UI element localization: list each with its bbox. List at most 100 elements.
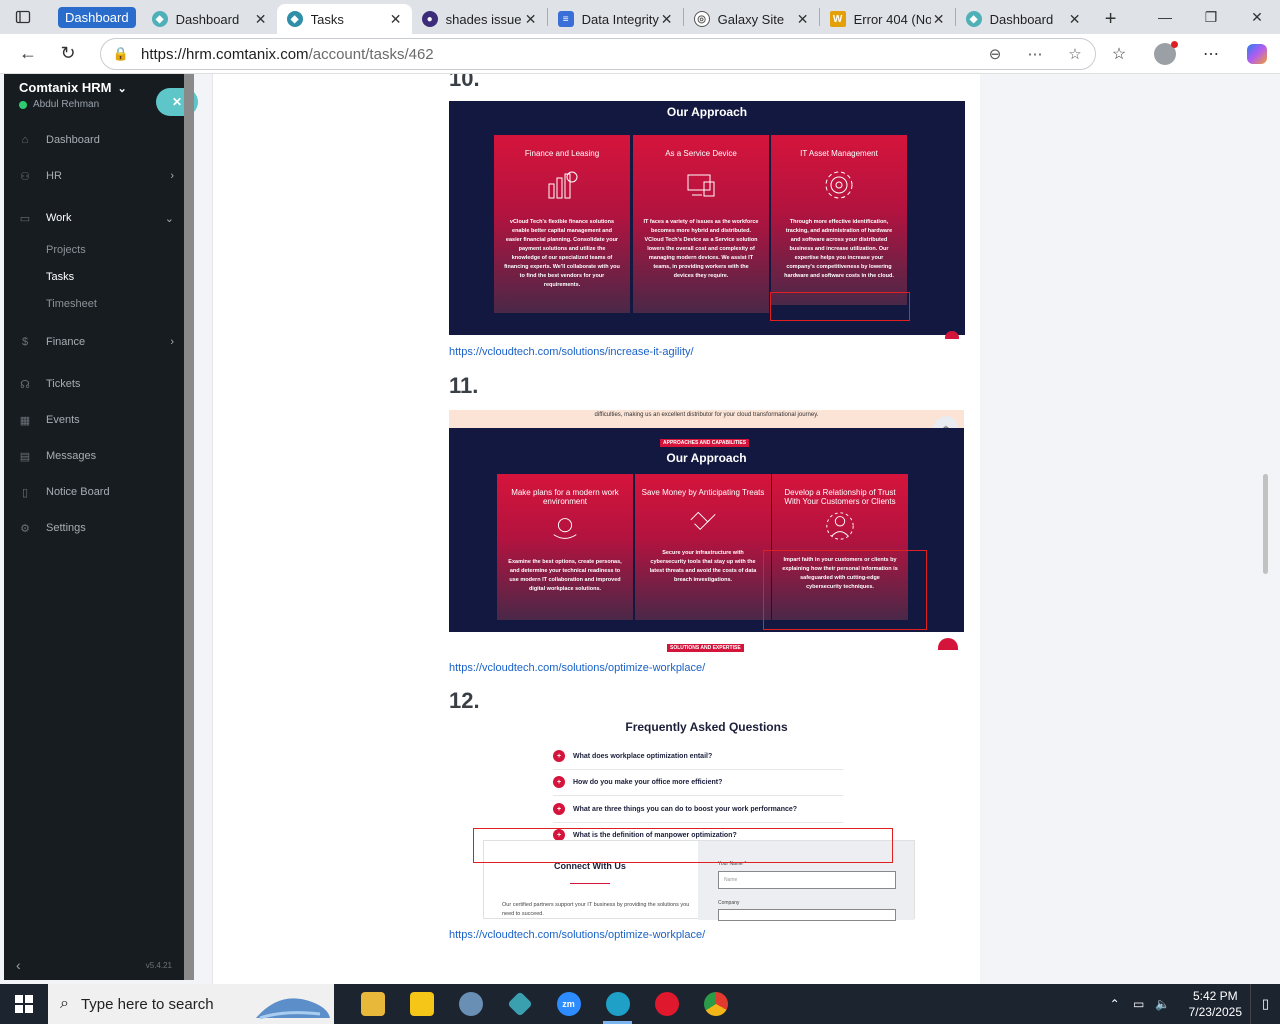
tab-actions-button[interactable] bbox=[0, 0, 46, 34]
user-name: Abdul Rehman bbox=[33, 99, 100, 110]
collapse-sidebar-icon[interactable]: ‹ bbox=[16, 957, 21, 973]
reference-link-2[interactable]: https://vcloudtech.com/solutions/optimiz… bbox=[449, 662, 705, 674]
approach-card: Finance and Leasing vCloud Tech's flexib… bbox=[494, 135, 630, 313]
card-description: vCloud Tech's flexible finance solutions… bbox=[504, 219, 620, 288]
edge-icon[interactable] bbox=[593, 984, 642, 1024]
sidebar-subitem-projects[interactable]: Projects bbox=[46, 244, 86, 256]
address-bar[interactable]: 🔒 https://hrm.comtanix.com/account/tasks… bbox=[100, 38, 1096, 70]
close-icon[interactable]: ✕ bbox=[1067, 11, 1083, 28]
search-icon: ⌕ bbox=[60, 995, 69, 1012]
sidebar-subitem-timesheet[interactable]: Timesheet bbox=[46, 298, 97, 310]
browser-tab-tasks[interactable]: ◆ Tasks ✕ bbox=[276, 4, 412, 34]
taskbar-search-box[interactable]: ⌕ Type here to search bbox=[48, 984, 334, 1024]
browser-tab-shades-issue[interactable]: ● shades issue ✕ bbox=[412, 4, 547, 34]
url-text[interactable]: https://hrm.comtanix.com/account/tasks/4… bbox=[141, 46, 975, 63]
brand-switcher[interactable]: Comtanix HRM ⌄ bbox=[19, 80, 127, 95]
more-options-circle-icon[interactable]: ⋯ bbox=[1015, 45, 1055, 63]
network-icon[interactable]: ▭ bbox=[1127, 997, 1151, 1011]
whale-illustration-icon bbox=[256, 998, 330, 1020]
sidebar-item-tickets[interactable]: ☊ Tickets bbox=[4, 369, 184, 399]
close-icon[interactable]: ✕ bbox=[659, 11, 675, 28]
tab-group-label[interactable]: Dashboard bbox=[58, 7, 136, 28]
minimize-icon[interactable]: — bbox=[1142, 0, 1188, 34]
trust-person-icon bbox=[826, 512, 854, 540]
browser-tab-error-404[interactable]: W Error 404 (No ✕ bbox=[820, 4, 955, 34]
browser-tab-dashboard-2[interactable]: ◆ Dashboard ✕ bbox=[956, 4, 1091, 34]
close-icon[interactable]: ✕ bbox=[253, 11, 269, 28]
favorite-star-icon[interactable]: ☆ bbox=[1055, 45, 1095, 63]
copilot-icon[interactable] bbox=[1234, 34, 1280, 74]
plus-icon: + bbox=[553, 803, 565, 815]
zoom-out-icon[interactable]: ⊖ bbox=[975, 45, 1015, 63]
window-controls: — ❐ ✕ bbox=[1142, 0, 1280, 34]
windows-logo-icon bbox=[15, 995, 33, 1013]
close-icon[interactable]: ✕ bbox=[523, 11, 539, 28]
faq-question-text: What are three things you can do to boos… bbox=[573, 805, 798, 813]
plus-icon: + bbox=[553, 750, 565, 762]
page-scrollbar[interactable] bbox=[1262, 74, 1270, 984]
page-viewport: Comtanix HRM ⌄ Abdul Rehman ✕ ⌂ Dashboard … bbox=[0, 74, 1280, 984]
close-window-icon[interactable]: ✕ bbox=[1234, 0, 1280, 34]
workplace-hands-icon bbox=[553, 518, 577, 539]
refresh-icon[interactable]: ↻ bbox=[48, 34, 88, 74]
close-icon[interactable]: ✕ bbox=[931, 11, 947, 28]
rider-app-icon[interactable] bbox=[446, 984, 495, 1024]
chat-bubble-icon bbox=[938, 638, 958, 650]
close-icon[interactable]: ✕ bbox=[388, 11, 404, 28]
sidebar-scrollbar[interactable] bbox=[184, 74, 194, 980]
browser-tab-galaxy-site[interactable]: ◎ Galaxy Site ✕ bbox=[684, 4, 819, 34]
headset-icon: ☊ bbox=[20, 378, 30, 391]
zoom-icon[interactable]: zm bbox=[544, 984, 593, 1024]
comtanix-app-icon[interactable] bbox=[495, 984, 544, 1024]
tab-label: Tasks bbox=[310, 11, 344, 27]
approach-card: Make plans for a modern work environment… bbox=[497, 474, 633, 620]
taskbar-clock[interactable]: 5:42 PM 7/23/2025 bbox=[1175, 988, 1250, 1020]
notification-icon[interactable]: ▯ bbox=[1250, 984, 1280, 1024]
sidebar-item-label: Dashboard bbox=[46, 134, 100, 146]
chevron-up-icon[interactable]: ⌃ bbox=[1103, 997, 1127, 1011]
globe-icon: ◎ bbox=[693, 11, 710, 27]
close-icon[interactable]: ✕ bbox=[795, 11, 811, 28]
screenshot-heading: Our Approach bbox=[666, 451, 747, 465]
sidebar-item-messages[interactable]: ▤ Messages bbox=[4, 441, 184, 471]
opera-icon[interactable] bbox=[642, 984, 691, 1024]
tab-label: Galaxy Site bbox=[717, 11, 785, 27]
sidebar-item-label: Events bbox=[46, 414, 80, 426]
lock-icon[interactable]: 🔒 bbox=[101, 46, 141, 62]
reference-link-1[interactable]: https://vcloudtech.com/solutions/increas… bbox=[449, 346, 694, 358]
sidebar-item-finance[interactable]: $ Finance › bbox=[4, 327, 184, 357]
faq-divider bbox=[553, 822, 843, 823]
sidebar-subitem-tasks[interactable]: Tasks bbox=[46, 271, 74, 283]
windows-start-button[interactable] bbox=[0, 984, 48, 1024]
search-placeholder: Type here to search bbox=[80, 995, 214, 1013]
sidebar-item-dashboard[interactable]: ⌂ Dashboard bbox=[4, 125, 184, 155]
dollar-icon: $ bbox=[21, 336, 29, 348]
sidebar-item-hr[interactable]: ⚇ HR › bbox=[4, 161, 184, 191]
plus-icon: + bbox=[553, 776, 565, 788]
sidebar-item-work[interactable]: ▭ Work ⌄ bbox=[4, 203, 184, 233]
file-explorer-icon[interactable] bbox=[348, 984, 397, 1024]
comtanix-icon: ◆ bbox=[286, 11, 303, 27]
volume-icon[interactable]: 🔈 bbox=[1151, 997, 1175, 1011]
browser-tab-data-integrity[interactable]: ≡ Data Integrity ✕ bbox=[548, 4, 683, 34]
tab-label: Error 404 (No bbox=[853, 11, 931, 27]
new-tab-button[interactable]: + bbox=[1091, 4, 1131, 34]
scrollbar-thumb[interactable] bbox=[1263, 474, 1268, 574]
profile-avatar-icon[interactable] bbox=[1142, 34, 1188, 74]
sidebar-item-notice-board[interactable]: ▯ Notice Board bbox=[4, 477, 184, 507]
card-title: As a Service Device bbox=[665, 149, 737, 158]
back-arrow-icon[interactable]: ← bbox=[8, 34, 48, 74]
sticky-notes-icon[interactable] bbox=[397, 984, 446, 1024]
chrome-icon[interactable] bbox=[691, 984, 740, 1024]
favorites-icon[interactable]: ☆ bbox=[1096, 34, 1142, 74]
settings-more-icon[interactable]: ⋯ bbox=[1188, 34, 1234, 74]
browser-tab-dashboard-1[interactable]: ◆ Dashboard ✕ bbox=[142, 4, 277, 34]
comtanix-icon: ◆ bbox=[151, 11, 168, 27]
reference-link-3[interactable]: https://vcloudtech.com/solutions/optimiz… bbox=[449, 929, 705, 941]
sidebar-item-settings[interactable]: ⚙ Settings bbox=[4, 513, 184, 543]
connect-underline bbox=[570, 883, 610, 884]
approach-card: Save Money by Anticipating Treats Secure… bbox=[635, 474, 771, 620]
sidebar-item-events[interactable]: ▦ Events bbox=[4, 405, 184, 435]
restore-icon[interactable]: ❐ bbox=[1188, 0, 1234, 34]
card-description: Examine the best options, create persona… bbox=[508, 559, 622, 592]
